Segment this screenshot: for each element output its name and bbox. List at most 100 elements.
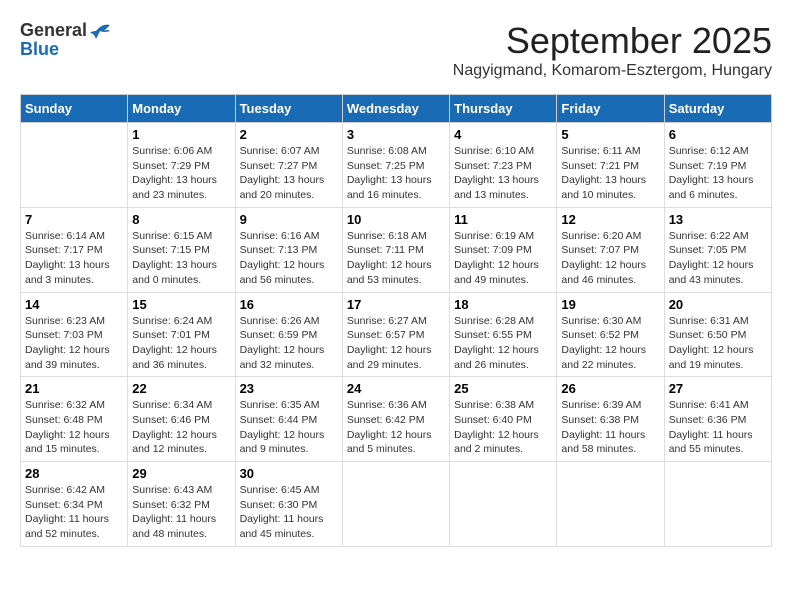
day-info: Sunrise: 6:16 AMSunset: 7:13 PMDaylight:…: [240, 229, 338, 288]
calendar-cell: 11 Sunrise: 6:19 AMSunset: 7:09 PMDayligh…: [450, 207, 557, 292]
day-number: 2: [240, 127, 338, 142]
day-number: 3: [347, 127, 445, 142]
header-day-wednesday: Wednesday: [342, 95, 449, 123]
calendar-cell: 16 Sunrise: 6:26 AMSunset: 6:59 PMDayligh…: [235, 292, 342, 377]
day-info: Sunrise: 6:10 AMSunset: 7:23 PMDaylight:…: [454, 144, 552, 203]
day-info: Sunrise: 6:08 AMSunset: 7:25 PMDaylight:…: [347, 144, 445, 203]
logo-general-text: General: [20, 20, 87, 41]
day-info: Sunrise: 6:35 AMSunset: 6:44 PMDaylight:…: [240, 398, 338, 457]
day-info: Sunrise: 6:19 AMSunset: 7:09 PMDaylight:…: [454, 229, 552, 288]
day-number: 1: [132, 127, 230, 142]
header-day-friday: Friday: [557, 95, 664, 123]
day-info: Sunrise: 6:27 AMSunset: 6:57 PMDaylight:…: [347, 314, 445, 373]
day-number: 13: [669, 212, 767, 227]
day-number: 9: [240, 212, 338, 227]
calendar-cell: 21 Sunrise: 6:32 AMSunset: 6:48 PMDayligh…: [21, 377, 128, 462]
calendar-cell: 12 Sunrise: 6:20 AMSunset: 7:07 PMDayligh…: [557, 207, 664, 292]
week-row-1: 1 Sunrise: 6:06 AMSunset: 7:29 PMDaylight…: [21, 123, 772, 208]
calendar-cell: 2 Sunrise: 6:07 AMSunset: 7:27 PMDaylight…: [235, 123, 342, 208]
day-number: 17: [347, 297, 445, 312]
day-number: 23: [240, 381, 338, 396]
day-info: Sunrise: 6:31 AMSunset: 6:50 PMDaylight:…: [669, 314, 767, 373]
day-number: 26: [561, 381, 659, 396]
day-info: Sunrise: 6:14 AMSunset: 7:17 PMDaylight:…: [25, 229, 123, 288]
calendar-cell: 1 Sunrise: 6:06 AMSunset: 7:29 PMDaylight…: [128, 123, 235, 208]
calendar-cell: 8 Sunrise: 6:15 AMSunset: 7:15 PMDaylight…: [128, 207, 235, 292]
day-info: Sunrise: 6:22 AMSunset: 7:05 PMDaylight:…: [669, 229, 767, 288]
logo-blue-text: Blue: [20, 39, 59, 60]
day-info: Sunrise: 6:32 AMSunset: 6:48 PMDaylight:…: [25, 398, 123, 457]
day-info: Sunrise: 6:07 AMSunset: 7:27 PMDaylight:…: [240, 144, 338, 203]
calendar-cell: 5 Sunrise: 6:11 AMSunset: 7:21 PMDaylight…: [557, 123, 664, 208]
calendar-cell: [342, 462, 449, 547]
calendar-cell: 27Sunrise: 6:41 AMSunset: 6:36 PMDayligh…: [664, 377, 771, 462]
calendar-cell: 24 Sunrise: 6:36 AMSunset: 6:42 PMDayligh…: [342, 377, 449, 462]
day-info: Sunrise: 6:39 AMSunset: 6:38 PMDaylight:…: [561, 398, 659, 457]
calendar-cell: 26 Sunrise: 6:39 AMSunset: 6:38 PMDayligh…: [557, 377, 664, 462]
page-header: General Blue September 2025 Nagyigmand, …: [20, 20, 772, 90]
day-number: 16: [240, 297, 338, 312]
day-number: 8: [132, 212, 230, 227]
header-day-thursday: Thursday: [450, 95, 557, 123]
day-info: Sunrise: 6:41 AMSunset: 6:36 PMDaylight:…: [669, 398, 767, 457]
day-info: Sunrise: 6:42 AMSunset: 6:34 PMDaylight:…: [25, 483, 123, 542]
calendar-cell: 13 Sunrise: 6:22 AMSunset: 7:05 PMDayligh…: [664, 207, 771, 292]
calendar-cell: 4 Sunrise: 6:10 AMSunset: 7:23 PMDaylight…: [450, 123, 557, 208]
day-number: 11: [454, 212, 552, 227]
day-number: 5: [561, 127, 659, 142]
calendar-cell: 9 Sunrise: 6:16 AMSunset: 7:13 PMDaylight…: [235, 207, 342, 292]
calendar-cell: 25Sunrise: 6:38 AMSunset: 6:40 PMDayligh…: [450, 377, 557, 462]
calendar-cell: 28 Sunrise: 6:42 AMSunset: 6:34 PMDayligh…: [21, 462, 128, 547]
calendar-cell: [450, 462, 557, 547]
day-info: Sunrise: 6:23 AMSunset: 7:03 PMDaylight:…: [25, 314, 123, 373]
day-number: 19: [561, 297, 659, 312]
day-number: 21: [25, 381, 123, 396]
calendar-cell: 22Sunrise: 6:34 AMSunset: 6:46 PMDayligh…: [128, 377, 235, 462]
day-info: Sunrise: 6:28 AMSunset: 6:55 PMDaylight:…: [454, 314, 552, 373]
day-number: 12: [561, 212, 659, 227]
day-info: Sunrise: 6:15 AMSunset: 7:15 PMDaylight:…: [132, 229, 230, 288]
day-number: 14: [25, 297, 123, 312]
day-number: 28: [25, 466, 123, 481]
day-info: Sunrise: 6:36 AMSunset: 6:42 PMDaylight:…: [347, 398, 445, 457]
calendar-cell: [21, 123, 128, 208]
calendar-header-row: SundayMondayTuesdayWednesdayThursdayFrid…: [21, 95, 772, 123]
day-info: Sunrise: 6:06 AMSunset: 7:29 PMDaylight:…: [132, 144, 230, 203]
day-number: 15: [132, 297, 230, 312]
logo-bird-icon: [88, 23, 110, 39]
logo: General Blue: [20, 20, 111, 60]
calendar-cell: [664, 462, 771, 547]
calendar-cell: 3 Sunrise: 6:08 AMSunset: 7:25 PMDaylight…: [342, 123, 449, 208]
header-day-tuesday: Tuesday: [235, 95, 342, 123]
day-number: 7: [25, 212, 123, 227]
day-number: 29: [132, 466, 230, 481]
day-number: 4: [454, 127, 552, 142]
calendar-cell: 17 Sunrise: 6:27 AMSunset: 6:57 PMDayligh…: [342, 292, 449, 377]
day-info: Sunrise: 6:20 AMSunset: 7:07 PMDaylight:…: [561, 229, 659, 288]
day-number: 25: [454, 381, 552, 396]
header-day-sunday: Sunday: [21, 95, 128, 123]
week-row-5: 28 Sunrise: 6:42 AMSunset: 6:34 PMDayligh…: [21, 462, 772, 547]
week-row-2: 7 Sunrise: 6:14 AMSunset: 7:17 PMDaylight…: [21, 207, 772, 292]
day-info: Sunrise: 6:11 AMSunset: 7:21 PMDaylight:…: [561, 144, 659, 203]
calendar-cell: 18 Sunrise: 6:28 AMSunset: 6:55 PMDayligh…: [450, 292, 557, 377]
day-number: 24: [347, 381, 445, 396]
week-row-3: 14 Sunrise: 6:23 AMSunset: 7:03 PMDayligh…: [21, 292, 772, 377]
calendar-cell: 29Sunrise: 6:43 AMSunset: 6:32 PMDayligh…: [128, 462, 235, 547]
day-info: Sunrise: 6:45 AMSunset: 6:30 PMDaylight:…: [240, 483, 338, 542]
day-number: 20: [669, 297, 767, 312]
day-number: 22: [132, 381, 230, 396]
day-info: Sunrise: 6:30 AMSunset: 6:52 PMDaylight:…: [561, 314, 659, 373]
header-day-saturday: Saturday: [664, 95, 771, 123]
month-title: September 2025: [453, 20, 772, 62]
calendar-cell: 6Sunrise: 6:12 AMSunset: 7:19 PMDaylight…: [664, 123, 771, 208]
day-info: Sunrise: 6:26 AMSunset: 6:59 PMDaylight:…: [240, 314, 338, 373]
day-number: 18: [454, 297, 552, 312]
calendar-cell: 19 Sunrise: 6:30 AMSunset: 6:52 PMDayligh…: [557, 292, 664, 377]
week-row-4: 21 Sunrise: 6:32 AMSunset: 6:48 PMDayligh…: [21, 377, 772, 462]
day-number: 30: [240, 466, 338, 481]
location-subtitle: Nagyigmand, Komarom-Esztergom, Hungary: [453, 62, 772, 80]
day-number: 6: [669, 127, 767, 142]
calendar-table: SundayMondayTuesdayWednesdayThursdayFrid…: [20, 94, 772, 547]
calendar-cell: 15Sunrise: 6:24 AMSunset: 7:01 PMDayligh…: [128, 292, 235, 377]
